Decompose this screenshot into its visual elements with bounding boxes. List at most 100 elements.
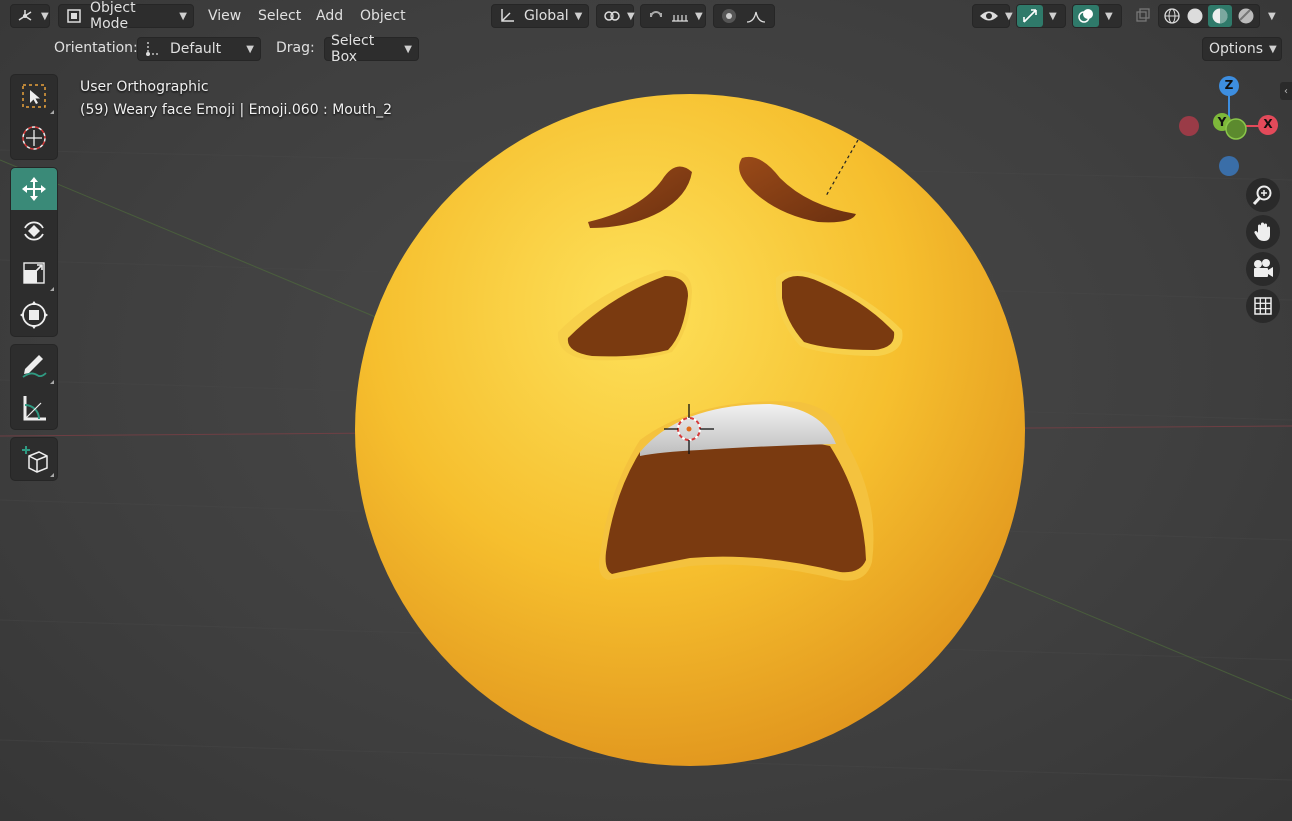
drag-label: Drag: bbox=[276, 40, 315, 56]
camera-view-button[interactable] bbox=[1246, 252, 1280, 286]
add-cube-tool[interactable] bbox=[11, 438, 57, 480]
falloff-curve-icon bbox=[746, 8, 766, 24]
chevron-down-icon: ▼ bbox=[1105, 10, 1113, 22]
transform-icon bbox=[19, 300, 49, 330]
orientation-axes-icon bbox=[498, 7, 516, 25]
snap-group[interactable]: ▼ bbox=[640, 4, 706, 28]
chevron-down-icon: ▼ bbox=[695, 10, 703, 22]
sidebar-toggle-icon[interactable]: ‹ bbox=[1280, 82, 1292, 100]
chevron-down-icon: ▼ bbox=[404, 43, 412, 55]
rotate-icon bbox=[19, 216, 49, 246]
tool-settings-bar: Orientation: Default ▼ Drag: Select Box … bbox=[0, 33, 1292, 65]
overlay-icon[interactable] bbox=[1073, 5, 1099, 27]
mode-dropdown[interactable]: Object Mode ▼ bbox=[58, 0, 194, 32]
3d-viewport[interactable]: Z Y X bbox=[0, 0, 1292, 821]
camera-icon bbox=[1251, 258, 1275, 280]
shading-options-dropdown[interactable]: ▼ bbox=[1262, 4, 1286, 28]
annotate-tool-group bbox=[10, 344, 58, 430]
gizmo-z-label: Z bbox=[1224, 78, 1234, 92]
proportional-edit-icon bbox=[720, 7, 738, 25]
overlay-toggle-group[interactable]: ▼ bbox=[1072, 4, 1122, 28]
wireframe-shading-icon[interactable] bbox=[1163, 7, 1181, 25]
viewport-header: ▼ Object Mode ▼ View Select Add Object G… bbox=[0, 0, 1292, 32]
view-name: User Orthographic bbox=[80, 79, 209, 95]
gizmo-y-label: Y bbox=[1217, 115, 1227, 129]
gizmo-neg-y bbox=[1225, 118, 1247, 140]
editor-type-button[interactable]: ▼ bbox=[10, 4, 50, 28]
chevron-down-icon: ▼ bbox=[41, 10, 49, 22]
move-tool[interactable] bbox=[11, 168, 57, 210]
visibility-dropdown[interactable]: ▼ bbox=[972, 4, 1013, 28]
transform-tool-group bbox=[10, 167, 58, 337]
annotate-icon bbox=[19, 351, 49, 381]
ortho-grid-icon bbox=[1253, 296, 1273, 316]
cursor-tool[interactable] bbox=[11, 117, 57, 159]
gizmo-neg-x bbox=[1179, 116, 1199, 136]
annotate-tool[interactable] bbox=[11, 345, 57, 387]
move-icon bbox=[19, 174, 49, 204]
tool-shelf bbox=[10, 74, 58, 488]
menu-select[interactable]: Select bbox=[252, 4, 307, 28]
scene-canvas bbox=[0, 76, 1292, 781]
xray-toggle[interactable] bbox=[1129, 4, 1153, 28]
chevron-down-icon: ▼ bbox=[179, 10, 187, 22]
object-info: (59) Weary face Emoji | Emoji.060 : Mout… bbox=[80, 102, 393, 118]
menu-add[interactable]: Add bbox=[310, 4, 349, 28]
object-mode-icon bbox=[65, 7, 83, 25]
measure-tool[interactable] bbox=[11, 387, 57, 429]
options-label: Options bbox=[1209, 41, 1264, 57]
cursor-icon bbox=[20, 124, 48, 152]
orientation-dropdown[interactable]: Default ▼ bbox=[137, 37, 261, 61]
mouth-inner bbox=[605, 434, 866, 574]
orientation-label: Orientation: bbox=[54, 40, 138, 56]
measure-icon bbox=[19, 393, 49, 423]
link-icon bbox=[603, 8, 621, 24]
transform-tool[interactable] bbox=[11, 294, 57, 336]
xray-icon bbox=[1135, 8, 1151, 24]
orientation-gizmo-icon bbox=[144, 40, 160, 58]
proportional-edit-group[interactable] bbox=[713, 4, 775, 28]
pan-button[interactable] bbox=[1246, 215, 1280, 249]
chevron-down-icon: ▼ bbox=[1005, 10, 1013, 22]
chevron-down-icon: ▼ bbox=[1268, 10, 1276, 22]
mode-label: Object Mode bbox=[90, 0, 136, 32]
chevron-down-icon: ▼ bbox=[1269, 43, 1277, 55]
select-tool-group bbox=[10, 74, 58, 160]
scale-icon bbox=[20, 259, 48, 287]
pan-hand-icon bbox=[1252, 221, 1274, 243]
menu-object[interactable]: Object bbox=[354, 4, 412, 28]
chevron-down-icon: ▼ bbox=[574, 10, 583, 22]
solid-shading-icon[interactable] bbox=[1186, 7, 1204, 25]
pivot-point-button[interactable]: ▼ bbox=[596, 4, 635, 28]
ortho-toggle-button[interactable] bbox=[1246, 289, 1280, 323]
rotate-tool[interactable] bbox=[11, 210, 57, 252]
drag-dropdown[interactable]: Select Box ▼ bbox=[324, 33, 419, 65]
shading-mode-group[interactable] bbox=[1158, 4, 1260, 28]
scale-tool[interactable] bbox=[11, 252, 57, 294]
gizmo-toggle-group[interactable]: ▼ bbox=[1016, 4, 1066, 28]
visibility-eye-icon bbox=[979, 9, 999, 23]
orientation-label: Global bbox=[524, 8, 569, 24]
menu-view[interactable]: View bbox=[202, 4, 247, 28]
chevron-down-icon: ▼ bbox=[1049, 10, 1057, 22]
zoom-button[interactable] bbox=[1246, 178, 1280, 212]
chevron-down-icon: ▼ bbox=[246, 43, 254, 55]
orientation-value: Default bbox=[170, 41, 222, 57]
add-tool-group bbox=[10, 437, 58, 481]
gizmo-x-label: X bbox=[1263, 117, 1273, 131]
zoom-icon bbox=[1252, 184, 1274, 206]
select-box-tool[interactable] bbox=[11, 75, 57, 117]
drag-value: Select Box bbox=[331, 33, 375, 65]
viewport-editor-icon bbox=[17, 8, 35, 24]
gizmo-icon[interactable] bbox=[1017, 5, 1043, 27]
add-cube-icon bbox=[19, 444, 49, 474]
material-shading-icon[interactable] bbox=[1208, 5, 1233, 27]
viewport-info-overlay: User Orthographic (59) Weary face Emoji … bbox=[80, 76, 392, 122]
rendered-shading-icon[interactable] bbox=[1237, 7, 1255, 25]
chevron-down-icon: ▼ bbox=[627, 10, 635, 22]
snap-magnet-icon bbox=[647, 7, 665, 25]
snap-increment-icon bbox=[671, 9, 689, 23]
transform-orientation-dropdown[interactable]: Global ▼ bbox=[491, 4, 589, 28]
gizmo-neg-z bbox=[1219, 156, 1239, 176]
options-dropdown[interactable]: Options ▼ bbox=[1202, 37, 1282, 61]
